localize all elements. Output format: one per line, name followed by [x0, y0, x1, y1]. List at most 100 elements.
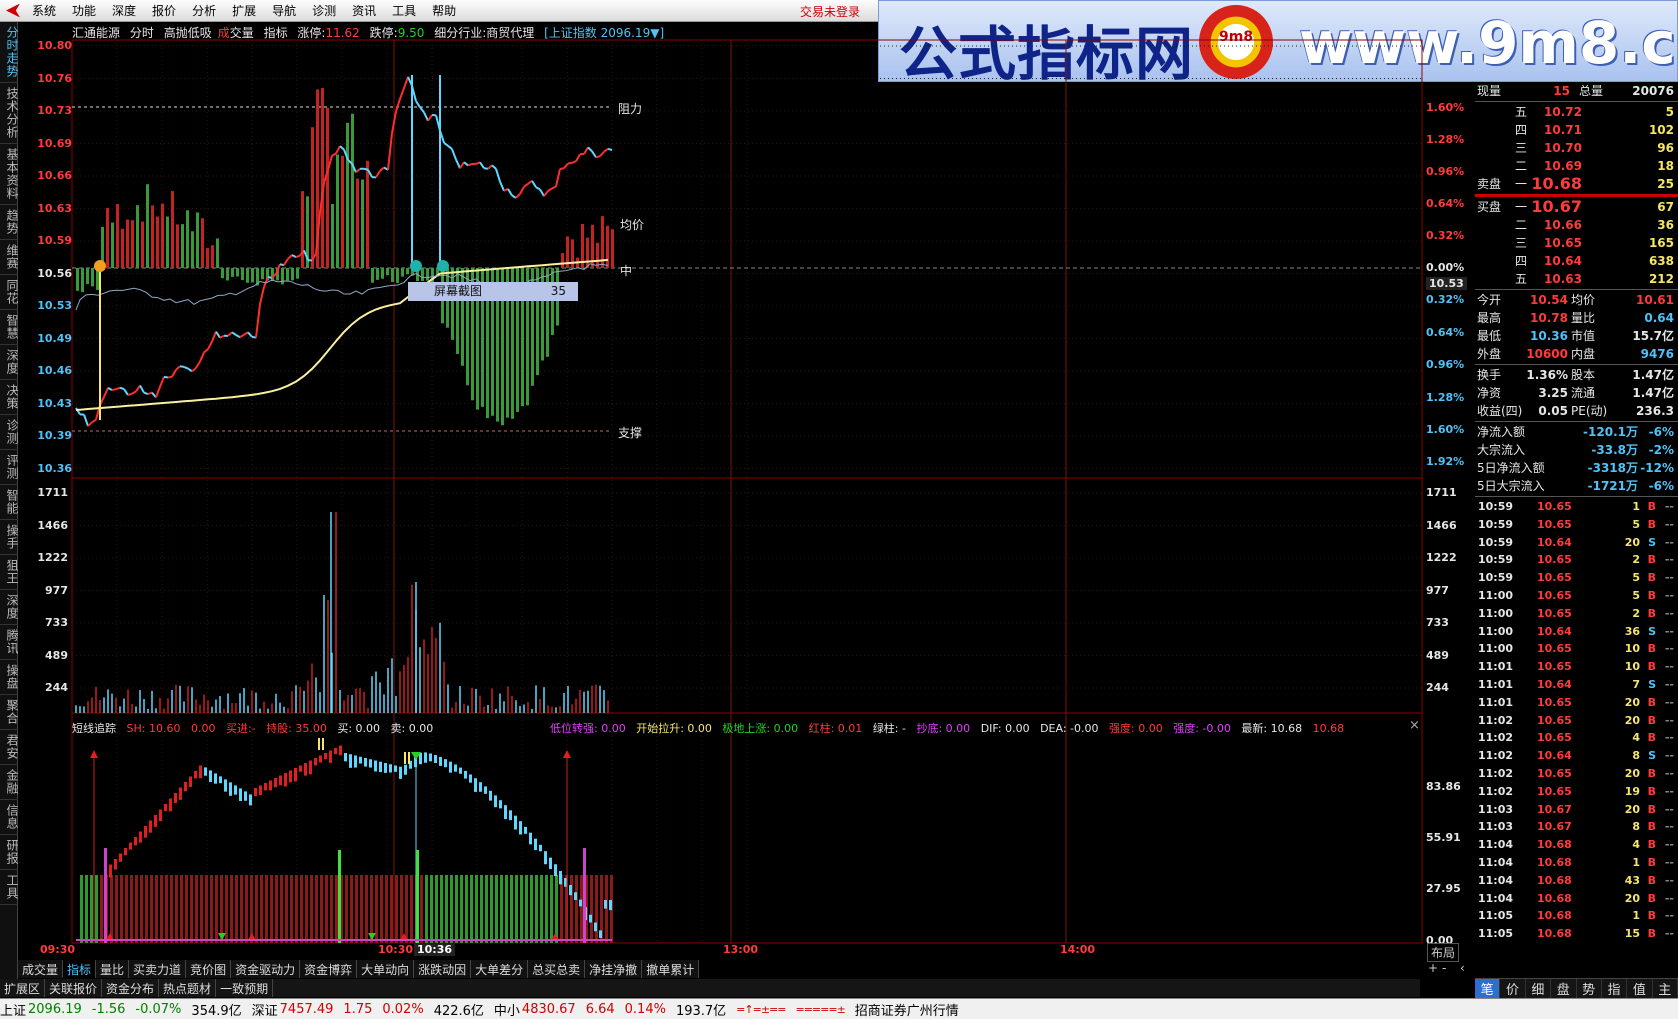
level-price[interactable]: 10.67: [1531, 198, 1582, 216]
indicator-tab-12[interactable]: 撤单累计: [642, 960, 700, 978]
level-price[interactable]: 10.68: [1531, 175, 1582, 193]
volume-axis-label-right: 489: [1426, 648, 1449, 662]
level-price[interactable]: 10.72: [1544, 103, 1582, 121]
extension-tab-4[interactable]: 一致预期: [216, 979, 274, 997]
macd-bar: [191, 231, 194, 268]
sh-index-name[interactable]: 上证: [0, 1000, 26, 1019]
tick-row[interactable]: 11:03 10.67 8 B --: [1475, 818, 1678, 836]
macd-bar: [331, 203, 334, 268]
indicator-curve-bar: [554, 864, 557, 877]
level-price[interactable]: 10.71: [1544, 121, 1582, 139]
quote-tab-6[interactable]: 值: [1627, 979, 1653, 998]
broker-name[interactable]: 招商证券广州行情: [855, 1000, 959, 1019]
tick-row[interactable]: 11:04 10.68 43 B --: [1475, 872, 1678, 890]
zoom-in-button[interactable]: +: [1428, 961, 1438, 975]
zx-index-name[interactable]: 中小: [494, 1000, 520, 1019]
price-line-segment: [535, 186, 541, 191]
extension-tab-3[interactable]: 热点题材: [159, 979, 217, 997]
tick-row[interactable]: 11:05 10.68 15 B --: [1475, 925, 1678, 943]
stat-value: 10.78: [1530, 311, 1568, 325]
level-price[interactable]: 10.65: [1544, 234, 1582, 252]
level-price[interactable]: 10.64: [1544, 252, 1582, 270]
indicator-bar: [430, 875, 433, 943]
fund-flow-row-2: 5日净流入额 -3318万 -12%: [1475, 459, 1678, 477]
indicator-tab-7[interactable]: 大单动向: [357, 960, 415, 978]
tick-row[interactable]: 11:04 10.68 20 B --: [1475, 890, 1678, 908]
level-price[interactable]: 10.63: [1544, 270, 1582, 288]
pause-marker-icon: [322, 738, 324, 750]
quote-tab-4[interactable]: 势: [1577, 979, 1602, 998]
tick-row[interactable]: 11:00 10.65 10 B --: [1475, 640, 1678, 658]
tick-row[interactable]: 11:03 10.67 20 B --: [1475, 801, 1678, 819]
tick-row[interactable]: 11:02 10.65 19 B --: [1475, 783, 1678, 801]
price-line-segment: [399, 87, 405, 100]
indicator-tab-8[interactable]: 涨跌动因: [414, 960, 472, 978]
indicator-tab-6[interactable]: 资金博弈: [300, 960, 358, 978]
screenshot-tooltip[interactable]: 屏幕截图 35: [408, 282, 578, 301]
mode-label[interactable]: 分时: [130, 26, 154, 40]
tick-volume: 7: [1632, 677, 1640, 691]
tick-row[interactable]: 10:59 10.65 1 B --: [1475, 498, 1678, 516]
quote-tab-3[interactable]: 盘: [1551, 979, 1577, 998]
tick-row[interactable]: 11:02 10.65 4 B --: [1475, 729, 1678, 747]
tick-row[interactable]: 11:01 10.65 10 B --: [1475, 658, 1678, 676]
indicator-tab-4[interactable]: 竞价图: [186, 960, 232, 978]
extension-tab-1[interactable]: 关联报价: [45, 979, 103, 997]
indicator-tab-5[interactable]: 资金驱动力: [231, 960, 301, 978]
pct-axis-label-up: 0.32%: [1426, 229, 1465, 242]
tick-row[interactable]: 10:59 10.64 20 S --: [1475, 534, 1678, 552]
extension-tab-2[interactable]: 资金分布: [102, 979, 160, 997]
indicator-curve-bar: [184, 782, 187, 792]
tick-row[interactable]: 11:04 10.68 4 B --: [1475, 836, 1678, 854]
layout-button[interactable]: 布局: [1427, 943, 1460, 962]
indicator-tab-0[interactable]: 成交量: [18, 960, 64, 978]
indicator-curve-bar: [479, 782, 482, 792]
macd-bar: [406, 268, 409, 275]
indicator-tab-1[interactable]: 指标: [63, 960, 97, 978]
ind-sell: 卖: 0.00: [390, 722, 434, 735]
extension-tab-0[interactable]: 扩展区: [0, 979, 46, 997]
strategy-label: 高抛低吸: [163, 26, 212, 40]
tick-row[interactable]: 10:59 10.65 2 B --: [1475, 551, 1678, 569]
indicator-tab-2[interactable]: 量比: [96, 960, 130, 978]
tick-row[interactable]: 11:02 10.64 8 S --: [1475, 747, 1678, 765]
tick-row[interactable]: 11:01 10.65 20 B --: [1475, 694, 1678, 712]
tick-row[interactable]: 10:59 10.65 5 B --: [1475, 516, 1678, 534]
quote-tab-1[interactable]: 价: [1500, 979, 1526, 998]
volume-axis-label-left: 1222: [37, 551, 68, 564]
indicator-tab-10[interactable]: 总买总卖: [528, 960, 586, 978]
industry-label[interactable]: 细分行业:商贸代理: [434, 26, 534, 40]
indicator-name[interactable]: 短线追踪: [72, 722, 116, 735]
indicator-tab-11[interactable]: 净挂净撤: [585, 960, 643, 978]
tick-row[interactable]: 11:00 10.64 36 S --: [1475, 623, 1678, 641]
indicator-tab-9[interactable]: 大单差分: [471, 960, 529, 978]
sz-index-pct: 0.02%: [382, 1001, 424, 1017]
index-quote[interactable]: [上证指数 2096.19▼]: [544, 26, 664, 40]
bid-level-1: 二 10.66 36: [1475, 216, 1678, 234]
intraday-chart[interactable]: [0, 0, 1475, 960]
tick-row[interactable]: 11:01 10.64 7 S --: [1475, 676, 1678, 694]
total-volume-label: 总量: [1579, 84, 1604, 98]
tick-row[interactable]: 11:05 10.68 1 B --: [1475, 907, 1678, 925]
page-prev-button[interactable]: ‹: [1460, 961, 1465, 975]
quote-tab-5[interactable]: 指: [1602, 979, 1628, 998]
close-indicator-icon[interactable]: ×: [1409, 718, 1420, 733]
quote-tab-0[interactable]: 笔: [1475, 979, 1501, 998]
zoom-out-button[interactable]: -: [1442, 961, 1446, 975]
tick-row[interactable]: 11:00 10.65 5 B --: [1475, 587, 1678, 605]
sz-index-name[interactable]: 深证: [252, 1000, 278, 1019]
tick-row[interactable]: 11:00 10.65 2 B --: [1475, 605, 1678, 623]
indicator-tab-3[interactable]: 买卖力道: [129, 960, 187, 978]
tick-extra: --: [1664, 624, 1674, 638]
quote-tab-2[interactable]: 细: [1526, 979, 1552, 998]
level-price[interactable]: 10.70: [1544, 139, 1582, 157]
level-price[interactable]: 10.66: [1544, 216, 1582, 234]
tick-row[interactable]: 11:02 10.65 20 B --: [1475, 765, 1678, 783]
indicator-curve-bar: [144, 826, 147, 838]
level-price[interactable]: 10.69: [1544, 157, 1582, 175]
quote-tab-7[interactable]: 主: [1653, 979, 1678, 998]
stock-name[interactable]: 汇通能源: [72, 26, 120, 40]
tick-row[interactable]: 11:02 10.65 20 B --: [1475, 712, 1678, 730]
tick-row[interactable]: 10:59 10.65 5 B --: [1475, 569, 1678, 587]
tick-row[interactable]: 11:04 10.68 1 B --: [1475, 854, 1678, 872]
